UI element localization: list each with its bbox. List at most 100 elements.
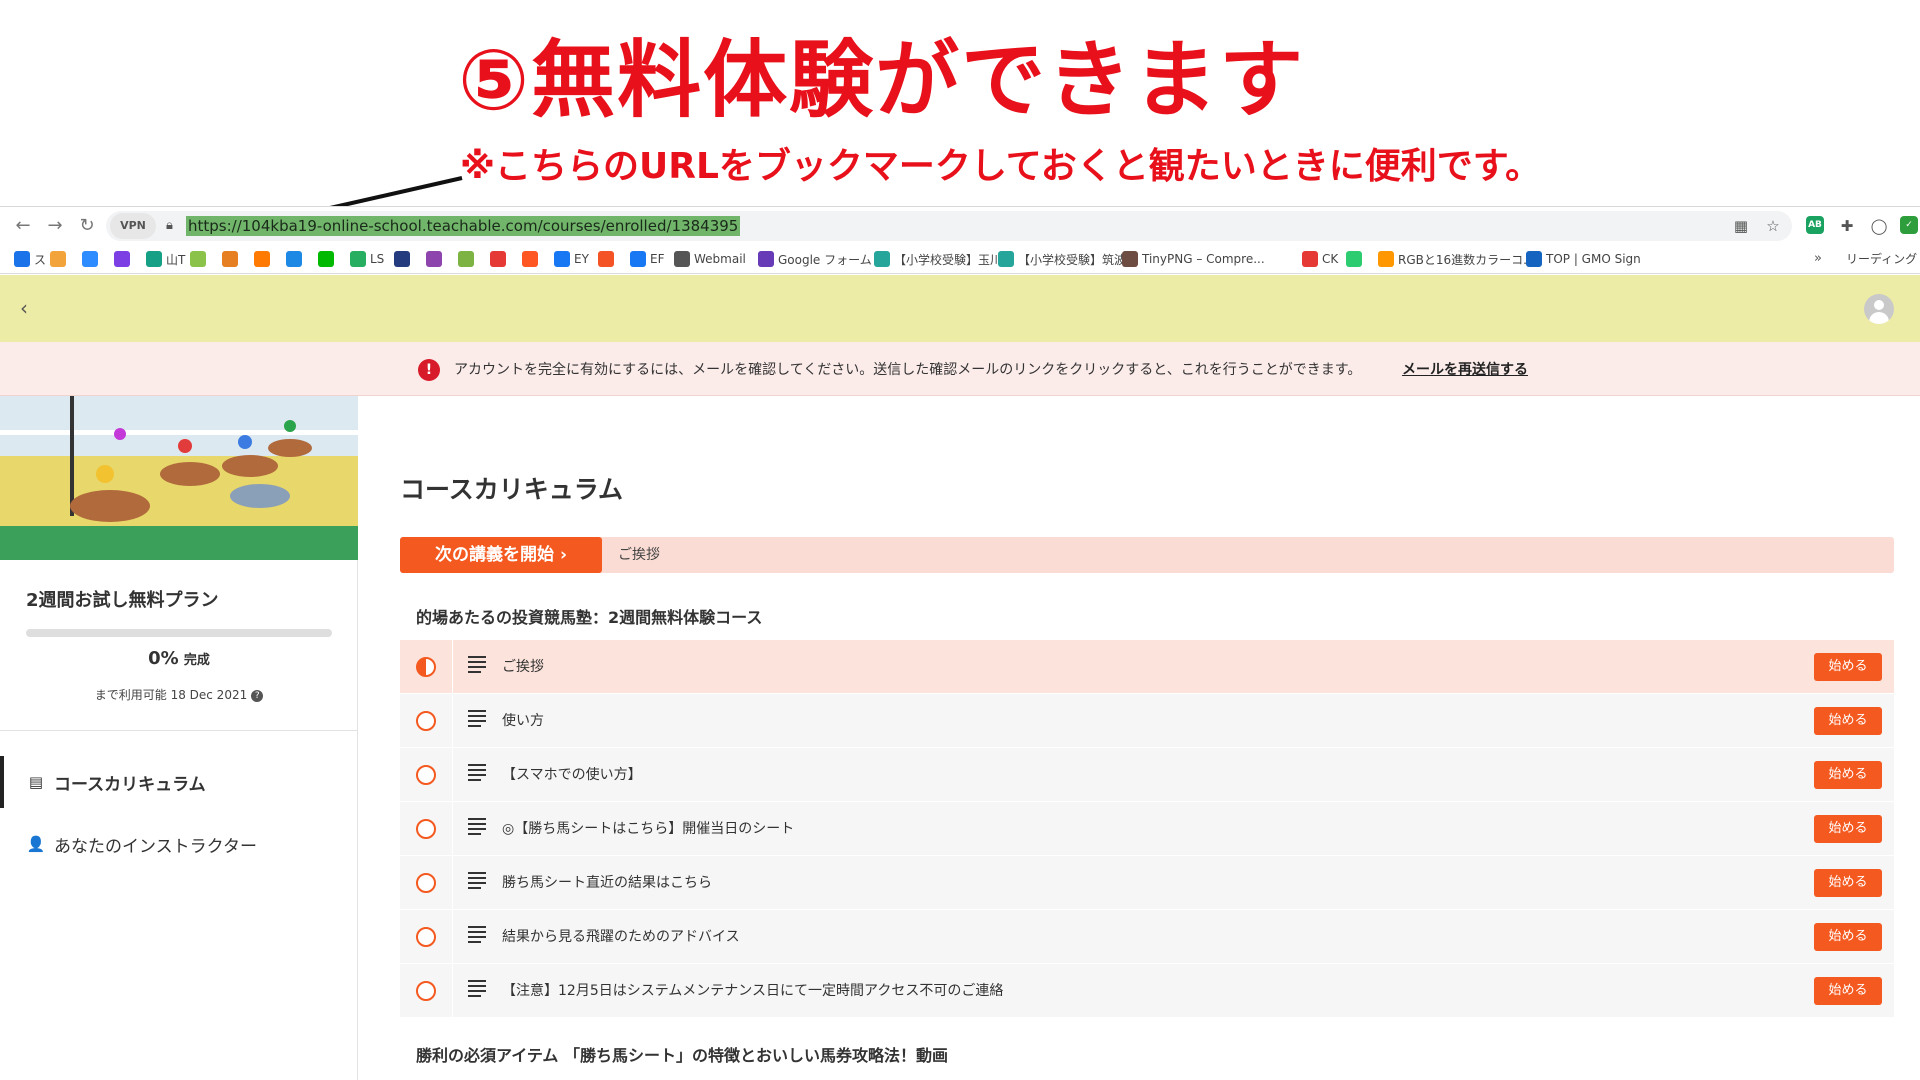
bookmark-item[interactable]: CK: [1302, 249, 1338, 269]
bookmark-item[interactable]: [458, 249, 478, 269]
bookmark-item[interactable]: EF: [630, 249, 664, 269]
bookmark-item[interactable]: [1346, 249, 1366, 269]
bookmark-favicon-icon: [318, 251, 334, 267]
text-lecture-icon: [468, 980, 486, 998]
lecture-row[interactable]: ご挨拶 始める: [400, 640, 1894, 694]
bookmark-item[interactable]: [426, 249, 446, 269]
user-avatar[interactable]: [1864, 294, 1894, 324]
alert-message: アカウントを完全に有効にするには、メールを確認してください。送信した確認メールの…: [454, 362, 1362, 378]
bookmark-item[interactable]: [254, 249, 274, 269]
bookmark-favicon-icon: [114, 251, 130, 267]
next-lecture-bar: 次の講義を開始 › ご挨拶: [400, 537, 1894, 573]
extension-adblock-icon[interactable]: AB: [1806, 216, 1824, 234]
qr-code-icon[interactable]: ▦: [1730, 215, 1752, 237]
lecture-title: 使い方: [502, 713, 544, 729]
bookmark-favicon-icon: [426, 251, 442, 267]
bookmark-item[interactable]: LS: [350, 249, 384, 269]
text-lecture-icon: [468, 710, 486, 728]
start-lecture-button[interactable]: 始める: [1814, 977, 1882, 1005]
lecture-row[interactable]: 勝ち馬シート直近の結果はこちら 始める: [400, 856, 1894, 910]
start-lecture-button[interactable]: 始める: [1814, 707, 1882, 735]
start-lecture-button[interactable]: 始める: [1814, 869, 1882, 897]
bookmark-favicon-icon: [1378, 251, 1394, 267]
bookmark-favicon-icon: [82, 251, 98, 267]
bookmark-label: EY: [574, 252, 589, 266]
progress-percent: 0%: [148, 648, 179, 669]
extensions-puzzle-icon[interactable]: ✚: [1836, 215, 1858, 237]
reading-list-button[interactable]: リーディング: [1846, 249, 1917, 269]
text-lecture-icon: [468, 926, 486, 944]
bookmark-favicon-icon: [350, 251, 366, 267]
bookmark-item[interactable]: RGBと16進数カラーコ...: [1378, 249, 1535, 269]
start-lecture-button[interactable]: 始める: [1814, 761, 1882, 789]
bookmark-item[interactable]: [318, 249, 338, 269]
lecture-row[interactable]: ◎【勝ち馬シートはこちら】開催当日のシート 始める: [400, 802, 1894, 856]
reload-icon[interactable]: ↻: [74, 213, 100, 239]
help-question-icon[interactable]: ?: [251, 689, 264, 702]
lecture-row[interactable]: 使い方 始める: [400, 694, 1894, 748]
resend-email-link[interactable]: メールを再送信する: [1402, 359, 1528, 381]
bookmark-favicon-icon: [554, 251, 570, 267]
bookmark-item[interactable]: [114, 249, 134, 269]
bookmark-item[interactable]: Webmail: [674, 249, 746, 269]
bookmark-item[interactable]: [286, 249, 306, 269]
bookmark-item[interactable]: 山T: [146, 249, 185, 269]
sidebar-item-curriculum[interactable]: ▤ コースカリキュラム: [0, 756, 358, 808]
bookmark-item[interactable]: [222, 249, 242, 269]
bookmark-item[interactable]: ス: [14, 249, 46, 269]
bookmark-item[interactable]: [598, 249, 618, 269]
sidebar-divider: [0, 730, 358, 731]
incomplete-circle-icon: [416, 711, 436, 731]
back-arrow-icon[interactable]: ←: [10, 213, 36, 239]
bookmarks-bar: ス 山T LS EY EF Webmail Google フォーム 【小学校受験】玉川... 【…: [0, 244, 1920, 274]
bookmark-item[interactable]: [394, 249, 414, 269]
text-lecture-icon: [468, 818, 486, 836]
bookmark-item[interactable]: [82, 249, 102, 269]
lecture-row[interactable]: 結果から見る飛躍のためのアドバイス 始める: [400, 910, 1894, 964]
start-lecture-button[interactable]: 始める: [1814, 923, 1882, 951]
site-header: ‹: [0, 275, 1920, 342]
forward-arrow-icon[interactable]: →: [42, 213, 68, 239]
lecture-row[interactable]: 【注意】12月5日はシステムメンテナンス日にて一定時間アクセス不可のご連絡 始める: [400, 964, 1894, 1018]
bookmark-label: Webmail: [694, 252, 746, 266]
lecture-row[interactable]: 【スマホでの使い方】 始める: [400, 748, 1894, 802]
sidebar-item-instructor[interactable]: 👤 あなたのインストラクター: [0, 818, 358, 870]
bookmark-favicon-icon: [50, 251, 66, 267]
instructor-person-icon: 👤: [26, 835, 46, 853]
start-lecture-button[interactable]: 始める: [1814, 815, 1882, 843]
bookmark-star-icon[interactable]: ☆: [1762, 215, 1784, 237]
bookmark-item[interactable]: EY: [554, 249, 589, 269]
bookmark-favicon-icon: [522, 251, 538, 267]
lecture-title: ご挨拶: [502, 659, 544, 675]
bookmark-label: 山T: [166, 252, 186, 267]
sidebar-item-label: コースカリキュラム: [54, 774, 206, 795]
bookmark-item[interactable]: [190, 249, 210, 269]
back-chevron-icon[interactable]: ‹: [20, 293, 50, 323]
page-title: コースカリキュラム: [400, 475, 624, 504]
bookmark-item[interactable]: 【小学校受験】筑波...: [998, 249, 1137, 269]
bookmark-item[interactable]: TOP | GMO Sign: [1526, 249, 1641, 269]
bookmark-item[interactable]: Google フォーム: [758, 249, 872, 269]
bookmark-item[interactable]: [50, 249, 70, 269]
incomplete-circle-icon: [416, 873, 436, 893]
course-title: 2週間お試し無料プラン: [26, 590, 219, 611]
url-text[interactable]: https://104kba19-online-school.teachable…: [186, 216, 741, 236]
bookmarks-more-chevron-icon[interactable]: »: [1814, 249, 1822, 269]
extension-shield-icon[interactable]: ✓: [1900, 216, 1918, 234]
incomplete-circle-icon: [416, 927, 436, 947]
bookmark-label: TOP | GMO Sign: [1546, 252, 1641, 266]
course-thumbnail-image: [0, 396, 358, 560]
bookmark-item[interactable]: 【小学校受験】玉川...: [874, 249, 1013, 269]
bookmark-item[interactable]: [490, 249, 510, 269]
start-lecture-button[interactable]: 始める: [1814, 653, 1882, 681]
vpn-badge[interactable]: VPN: [110, 213, 156, 239]
bookmark-favicon-icon: [1346, 251, 1362, 267]
bookmark-label: ス: [34, 252, 47, 267]
bookmark-item[interactable]: TinyPNG – Compre...: [1122, 249, 1265, 269]
lock-icon[interactable]: 🔒︎: [166, 215, 173, 237]
bookmark-favicon-icon: [146, 251, 162, 267]
bookmark-favicon-icon: [222, 251, 238, 267]
bookmark-item[interactable]: [522, 249, 542, 269]
start-next-lecture-button[interactable]: 次の講義を開始 ›: [400, 537, 602, 573]
profile-icon[interactable]: ◯: [1868, 215, 1890, 237]
